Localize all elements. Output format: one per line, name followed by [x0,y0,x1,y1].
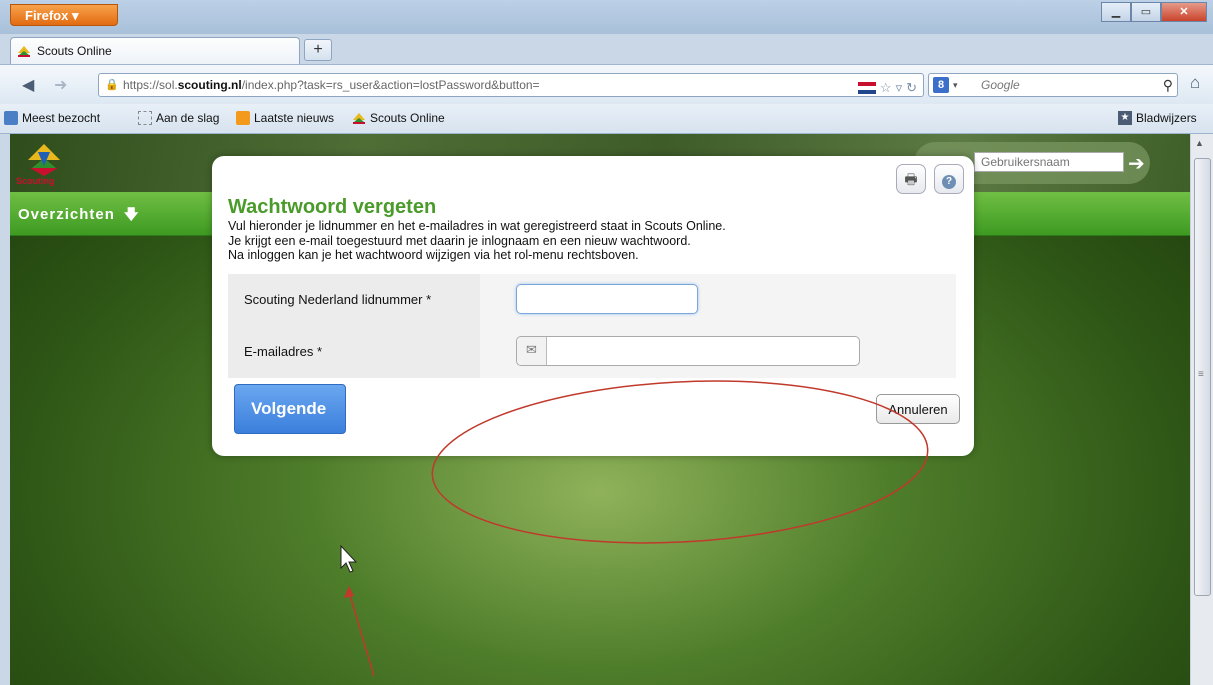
logo-text: Scouting [16,176,55,186]
window-titlebar: Firefox ▾ ▁ ▭ ✕ [0,0,1213,34]
member-number-row: Scouting Nederland lidnummer * [228,274,956,326]
search-bar[interactable]: 8 ▾ Google ⚲ [928,73,1178,97]
menu-overviews-label: Overzichten [18,206,115,223]
scrollbar[interactable]: ▲ ≡ [1190,134,1213,685]
dialog-title: Wachtwoord vergeten [228,196,437,218]
most-visited-icon [4,111,18,125]
lock-icon: 🔒 [105,79,119,91]
url-actions: ☆ ▿ ↻ [857,77,917,99]
back-icon[interactable]: ◀ [22,75,34,95]
tab-title: Scouts Online [37,44,112,58]
dialog-intro: Vul hieronder je lidnummer en het e-mail… [228,219,726,263]
print-icon[interactable]: 🖶 [896,164,926,194]
menu-overviews[interactable]: Overzichten 🡇 [18,204,139,228]
scroll-up-icon[interactable]: ▲ [1195,138,1204,148]
rss-icon [236,111,250,125]
email-row: E-mailadres * ✉ [228,326,956,378]
bookmark-scouts-online[interactable]: Scouts Online [352,111,445,125]
next-button[interactable]: Volgende [234,384,346,434]
tab-scouts-online[interactable]: Scouts Online [10,37,300,64]
address-bar[interactable]: 🔒 https://sol.scouting.nl/index.php?task… [98,73,924,97]
email-field[interactable]: ✉ [516,336,860,366]
forgot-password-dialog: 🖶 ? Wachtwoord vergeten Vul hieronder je… [212,156,974,456]
help-button[interactable]: ? [934,164,964,194]
member-number-input[interactable] [516,284,698,314]
scouting-favicon-icon [18,46,30,57]
email-label: E-mailadres * [228,326,480,378]
search-engine-dropdown-icon[interactable]: ▾ [953,74,958,96]
scouting-favicon-icon [353,113,365,124]
bookmark-label: Aan de slag [156,111,220,125]
bookmark-getting-started[interactable]: Aan de slag [138,111,219,125]
username-input[interactable] [974,152,1124,172]
bookmark-label: Scouts Online [370,111,445,125]
cancel-button[interactable]: Annuleren [876,394,960,424]
home-icon[interactable]: ⌂ [1190,73,1200,93]
help-icon: ? [942,175,956,189]
scroll-thumb[interactable]: ≡ [1194,158,1211,596]
maximize-icon[interactable]: ▭ [1131,2,1161,22]
url-path: /index.php?task=rs_user&action=lostPassw… [241,78,540,92]
bookmark-most-visited[interactable]: Meest bezocht [4,111,100,125]
intro-line: Vul hieronder je lidnummer en het e-mail… [228,219,726,233]
search-icon[interactable]: ⚲ [1163,74,1173,96]
bookmark-label: Laatste nieuws [254,111,335,125]
navigation-bar: ◀ ➜ 🔒 https://sol.scouting.nl/index.php?… [0,64,1213,104]
bookmarks-toolbar: Meest bezocht Aan de slag Laatste nieuws… [0,104,1213,134]
url-prefix: https://sol. [123,78,178,92]
intro-line: Na inloggen kan je het wachtwoord wijzig… [228,248,639,262]
arrow-down-icon: 🡇 [124,206,140,222]
bookmarks-icon: ★ [1118,111,1132,125]
member-number-label: Scouting Nederland lidnummer * [228,274,480,326]
bookmark-label: Meest bezocht [22,111,101,125]
page-icon [138,111,152,125]
bookmark-star-icon[interactable]: ☆ [880,77,892,99]
firefox-menu-button[interactable]: Firefox ▾ [10,4,118,26]
bookmarks-menu[interactable]: ★ Bladwijzers [1118,111,1197,125]
dropdown-arrow-icon[interactable]: ▿ [896,77,903,99]
minimize-icon[interactable]: ▁ [1101,2,1131,22]
bookmarks-menu-label: Bladwijzers [1136,111,1197,125]
mail-icon: ✉ [517,337,547,365]
search-engine-icon[interactable]: 8 [933,77,949,93]
reload-icon[interactable]: ↻ [906,77,917,99]
window-controls: ▁ ▭ ✕ [1101,2,1207,22]
search-placeholder: Google [981,78,1020,92]
form-area: Scouting Nederland lidnummer * E-mailadr… [228,274,956,378]
arrow-right-icon[interactable]: ➔ [1128,151,1145,176]
new-tab-button[interactable]: + [304,39,332,61]
forward-icon[interactable]: ➜ [54,75,67,95]
language-flag-icon [857,82,876,94]
url-domain: scouting.nl [177,78,242,92]
bookmark-latest-news[interactable]: Laatste nieuws [236,111,334,125]
close-icon[interactable]: ✕ [1161,2,1207,22]
scroll-grip-icon: ≡ [1198,369,1204,380]
intro-line: Je krijgt een e-mail toegestuurd met daa… [228,233,691,248]
tab-strip: Scouts Online + [0,34,1213,64]
